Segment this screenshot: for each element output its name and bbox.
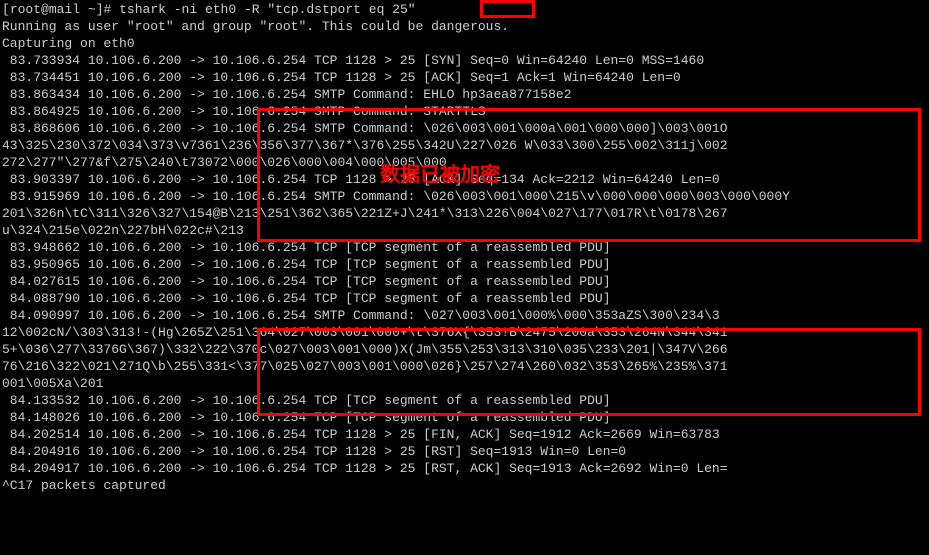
output-line: 5+\036\277\3376G\367)\332\222\370c\027\0… (2, 342, 927, 359)
output-line: 83.915969 10.106.6.200 -> 10.106.6.254 S… (2, 189, 927, 206)
output-line: 84.202514 10.106.6.200 -> 10.106.6.254 T… (2, 427, 927, 444)
output-line: 84.027615 10.106.6.200 -> 10.106.6.254 T… (2, 274, 927, 291)
path: ~ (88, 2, 96, 17)
output-line: 84.133532 10.106.6.200 -> 10.106.6.254 T… (2, 393, 927, 410)
output-line: 43\325\230\372\034\373\v7361\236\356\377… (2, 138, 927, 155)
output-line: 84.148026 10.106.6.200 -> 10.106.6.254 T… (2, 410, 927, 427)
output-line: 84.204917 10.106.6.200 -> 10.106.6.254 T… (2, 461, 927, 478)
output-line: ^C17 packets captured (2, 478, 927, 495)
warning-line: Running as user "root" and group "root".… (2, 19, 927, 36)
output-line: 76\216\322\021\271Q\b\255\331<\377\025\0… (2, 359, 927, 376)
output-line: 001\005Xa\201 (2, 376, 927, 393)
output-line: 83.948662 10.106.6.200 -> 10.106.6.254 T… (2, 240, 927, 257)
output-line: 84.090997 10.106.6.200 -> 10.106.6.254 S… (2, 308, 927, 325)
output-line: 84.088790 10.106.6.200 -> 10.106.6.254 T… (2, 291, 927, 308)
command-prompt[interactable]: [root@mail ~]# tshark -ni eth0 -R "tcp.d… (2, 2, 927, 19)
output-line: 12\002cN/\303\313!-(Hg\265Z\251\364\027\… (2, 325, 927, 342)
annotation-label: 数据已被加密 (380, 162, 500, 188)
output-line: u\324\215e\022n\227bH\022c#\213 (2, 223, 927, 240)
output-line: 83.864925 10.106.6.200 -> 10.106.6.254 S… (2, 104, 927, 121)
output-line: 83.863434 10.106.6.200 -> 10.106.6.254 S… (2, 87, 927, 104)
output-line: 83.734451 10.106.6.200 -> 10.106.6.254 T… (2, 70, 927, 87)
output-line: 83.950965 10.106.6.200 -> 10.106.6.254 T… (2, 257, 927, 274)
output-line: 83.733934 10.106.6.200 -> 10.106.6.254 T… (2, 53, 927, 70)
command-text: tshark -ni eth0 -R "tcp.dstport eq 25" (119, 2, 415, 17)
capture-line: Capturing on eth0 (2, 36, 927, 53)
output-line: 84.204916 10.106.6.200 -> 10.106.6.254 T… (2, 444, 927, 461)
host: mail (49, 2, 80, 17)
output-line: 83.868606 10.106.6.200 -> 10.106.6.254 S… (2, 121, 927, 138)
output-line: 201\326n\tC\311\326\327\154@B\213\251\36… (2, 206, 927, 223)
user: root (10, 2, 41, 17)
